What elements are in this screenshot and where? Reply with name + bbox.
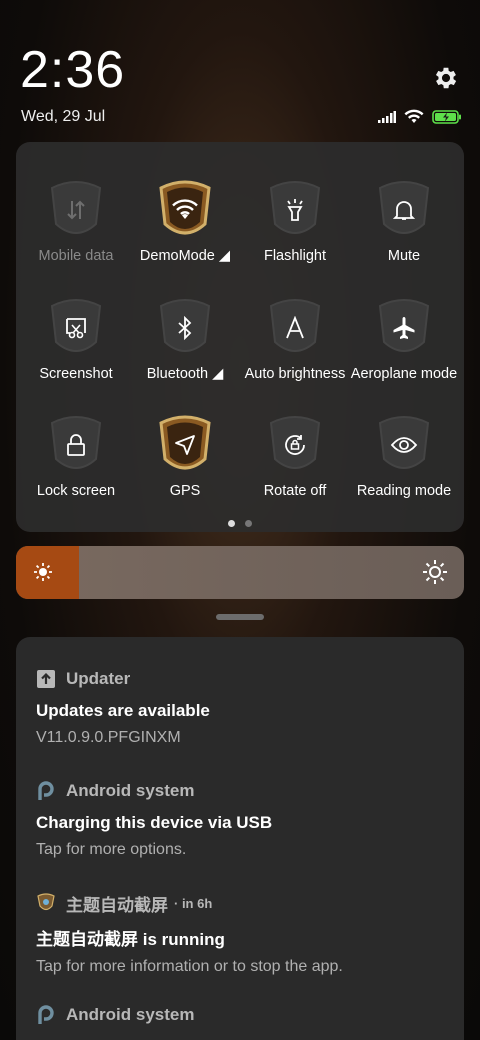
rotate-lock-icon xyxy=(275,425,315,465)
tile-auto-brightness[interactable]: Auto brightness xyxy=(239,270,351,382)
wifi-status-icon xyxy=(404,109,424,123)
airplane-icon xyxy=(384,308,424,348)
notification-header: Updater xyxy=(36,667,444,691)
wifi-icon xyxy=(165,190,205,230)
bell-icon xyxy=(384,190,424,230)
tile-mute[interactable]: Mute xyxy=(348,152,460,264)
tile-label: Bluetooth ◢ xyxy=(146,366,224,382)
page-dot xyxy=(245,520,252,527)
panel-drag-handle[interactable] xyxy=(216,614,264,620)
notification-title: Charging this device via USB xyxy=(36,813,273,832)
mobile-data-icon xyxy=(56,190,96,230)
clock-time: 2:36 xyxy=(20,41,126,99)
tile-label: Screenshot xyxy=(39,366,113,382)
notification-item[interactable]: 主题自动截屏 · in 6h 主题自动截屏 is running Tap for… xyxy=(36,891,444,976)
tile-lock-screen[interactable]: Lock screen xyxy=(20,387,132,499)
tile-mobile-data[interactable]: Mobile data xyxy=(20,152,132,264)
notification-item[interactable]: Updater Updates are available V11.0.9.0.… xyxy=(36,667,444,747)
tile-flashlight[interactable]: Flashlight xyxy=(239,152,351,264)
notification-item[interactable]: Android system Charging this device via … xyxy=(36,779,444,859)
settings-gear-icon[interactable] xyxy=(432,64,460,92)
tile-demomode[interactable]: DemoMode ◢ xyxy=(129,152,241,264)
tile-label: Reading mode xyxy=(356,483,452,499)
notification-title: 主题自动截屏 is running xyxy=(36,930,225,949)
tile-label: Lock screen xyxy=(36,483,116,499)
status-bar-icons xyxy=(378,109,462,124)
notification-text: Tap for more options. xyxy=(36,841,187,858)
tile-screenshot[interactable]: Screenshot xyxy=(20,270,132,382)
brightness-low-icon xyxy=(34,563,52,581)
brightness-slider[interactable] xyxy=(16,546,464,599)
notification-text: V11.0.9.0.PFGINXM xyxy=(36,729,181,746)
notification-text: Tap for more information or to stop the … xyxy=(36,958,343,975)
signal-icon xyxy=(378,110,396,123)
auto-brightness-icon xyxy=(275,308,315,348)
notification-app-name: 主题自动截屏 xyxy=(66,895,168,915)
tile-label: Auto brightness xyxy=(244,366,346,382)
upload-icon xyxy=(37,670,55,688)
notification-item[interactable]: Android system xyxy=(36,1003,444,1027)
notification-title: Updates are available xyxy=(36,701,210,720)
android-p-icon xyxy=(38,1005,54,1024)
quick-settings-panel: Mobile data DemoMode ◢ Flashlight Mute S… xyxy=(16,142,464,532)
tile-bluetooth[interactable]: Bluetooth ◢ xyxy=(129,270,241,382)
page-indicator xyxy=(16,520,464,527)
tile-label: Aeroplane mode xyxy=(350,366,458,382)
brightness-high-icon xyxy=(423,560,447,584)
tile-label: Flashlight xyxy=(263,248,327,264)
eye-icon xyxy=(384,425,424,465)
tile-label: DemoMode ◢ xyxy=(139,248,231,264)
notification-header: Android system xyxy=(36,1003,444,1027)
screenshot-icon xyxy=(56,308,96,348)
tile-label: Mute xyxy=(387,248,421,264)
tile-rotate-off[interactable]: Rotate off xyxy=(239,387,351,499)
theme-app-icon xyxy=(37,893,55,911)
notification-panel: Updater Updates are available V11.0.9.0.… xyxy=(16,637,464,1040)
battery-charging-icon xyxy=(432,109,461,124)
tile-label: GPS xyxy=(169,483,201,499)
notification-header: Android system xyxy=(36,779,444,803)
notification-time: · in 6h xyxy=(174,895,213,911)
tile-label: Rotate off xyxy=(263,483,327,499)
page-dot-active xyxy=(228,520,235,527)
clock-date: Wed, 29 Jul xyxy=(21,108,106,125)
flashlight-icon xyxy=(275,190,315,230)
tile-label: Mobile data xyxy=(38,248,114,264)
notification-app-name: Android system xyxy=(66,781,195,800)
bluetooth-icon xyxy=(165,308,205,348)
tile-gps[interactable]: GPS xyxy=(129,387,241,499)
android-p-icon xyxy=(38,781,54,800)
notification-app-name: Android system xyxy=(66,1005,195,1024)
tile-aeroplane-mode[interactable]: Aeroplane mode xyxy=(348,270,460,382)
tile-reading-mode[interactable]: Reading mode xyxy=(348,387,460,499)
notification-header: 主题自动截屏 · in 6h xyxy=(36,891,444,915)
lock-icon xyxy=(56,425,96,465)
location-icon xyxy=(165,425,205,465)
notification-app-name: Updater xyxy=(66,669,131,688)
